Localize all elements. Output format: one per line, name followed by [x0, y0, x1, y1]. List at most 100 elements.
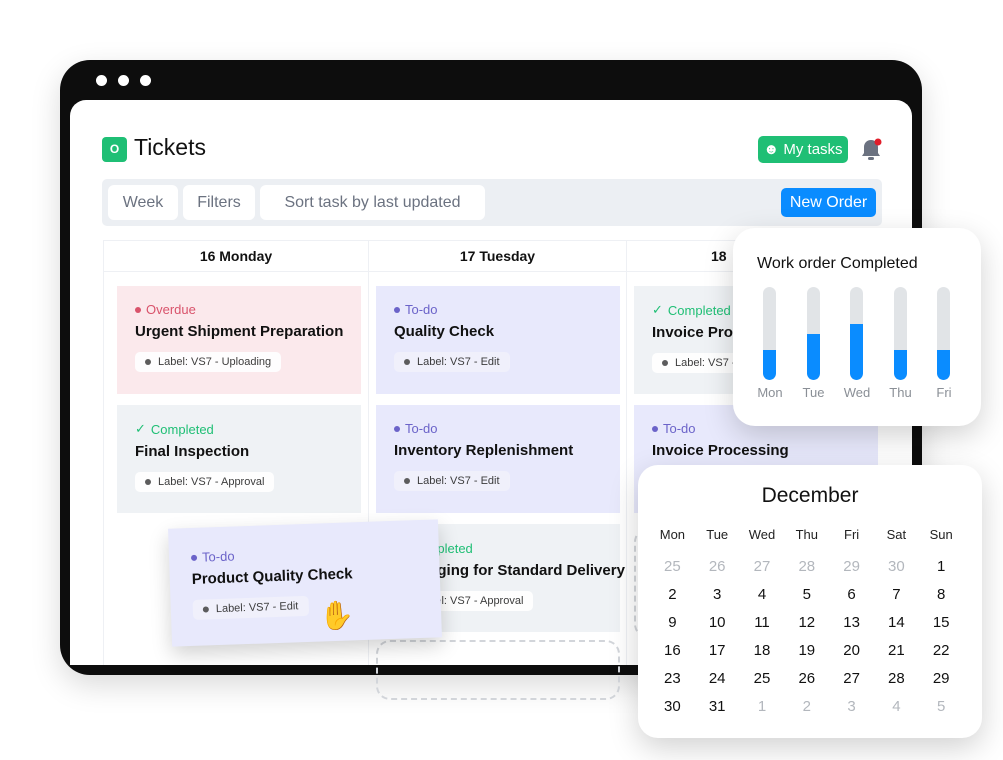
calendar-day[interactable]: 30 — [874, 553, 919, 581]
task-card[interactable]: To-do Quality Check Label: VS7 - Edit — [376, 286, 620, 394]
calendar-day[interactable]: 19 — [784, 637, 829, 665]
calendar-day[interactable]: 30 — [650, 693, 695, 721]
calendar-day[interactable]: 18 — [740, 637, 785, 665]
weekday-header: Sat — [886, 527, 907, 542]
week-button[interactable]: Week — [108, 185, 178, 220]
calendar-day[interactable]: 5 — [784, 581, 829, 609]
user-icon: ☻ — [763, 141, 784, 158]
calendar-day[interactable]: 29 — [919, 665, 964, 693]
window-dot — [96, 75, 107, 86]
drop-placeholder — [376, 640, 620, 700]
status-badge: To-do — [190, 542, 417, 565]
status-badge: To-do — [394, 421, 602, 436]
my-tasks-button[interactable]: ☻ My tasks — [758, 136, 848, 163]
task-card[interactable]: To-do Product Quality Check Label: VS7 - … — [168, 519, 442, 647]
task-card[interactable]: ✓ Completed Final Inspection Label: VS7 - … — [117, 405, 361, 513]
task-card[interactable]: To-do Inventory Replenishment Label: VS7 … — [376, 405, 620, 513]
status-dot-icon — [190, 554, 198, 561]
weekday-header: Fri — [844, 527, 860, 542]
calendar-day[interactable]: 29 — [829, 553, 874, 581]
calendar-day[interactable]: 12 — [784, 609, 829, 637]
check-icon: ✓ — [652, 302, 663, 317]
calendar-day[interactable]: 26 — [695, 553, 740, 581]
calendar-day[interactable]: 23 — [650, 665, 695, 693]
calendar-card: December Mon Tue Wed Thu Fri Sat Sun 25 26 27 28 29… — [638, 465, 982, 738]
task-label: Label: VS7 - Edit — [394, 471, 510, 491]
task-title: Urgent Shipment Preparation — [135, 323, 344, 340]
bar-track — [937, 287, 950, 380]
calendar-day[interactable]: 20 — [829, 637, 874, 665]
calendar-day[interactable]: 9 — [650, 609, 695, 637]
task-title: Product Quality Check — [191, 565, 353, 588]
calendar-day[interactable]: 21 — [874, 637, 919, 665]
calendar-day[interactable]: 25 — [740, 665, 785, 693]
label-dot-icon — [145, 359, 151, 365]
x-tick-label: Tue — [802, 385, 825, 400]
weekday-header: Thu — [795, 527, 818, 542]
bar — [937, 350, 950, 380]
calendar-day[interactable]: 25 — [650, 553, 695, 581]
calendar-day[interactable]: 22 — [919, 637, 964, 665]
calendar-day[interactable]: 24 — [695, 665, 740, 693]
calendar-day[interactable]: 14 — [874, 609, 919, 637]
window-dot — [118, 75, 129, 86]
calendar-day[interactable]: 1 — [740, 693, 785, 721]
sort-button[interactable]: Sort task by last updated — [260, 185, 485, 220]
task-label: Label: VS7 - Edit — [394, 352, 510, 372]
calendar-day[interactable]: 7 — [874, 581, 919, 609]
bar — [850, 324, 863, 380]
calendar-day[interactable]: 2 — [650, 581, 695, 609]
label-dot-icon — [404, 359, 410, 365]
weekday-header: Wed — [748, 527, 776, 542]
task-label: Label: VS7 - Approval — [135, 472, 275, 492]
calendar-day[interactable]: 17 — [695, 637, 740, 665]
calendar-day[interactable]: 4 — [874, 693, 919, 721]
bar — [806, 333, 820, 380]
calendar-day[interactable]: 5 — [919, 693, 964, 721]
status-dot-icon — [394, 306, 400, 313]
app-logo: O — [102, 137, 127, 162]
calendar-day[interactable]: 31 — [695, 693, 740, 721]
task-card[interactable]: Overdue Urgent Shipment Preparation Label… — [117, 286, 361, 394]
filters-button[interactable]: Filters — [183, 185, 255, 220]
bar-track — [763, 287, 776, 380]
new-order-button[interactable]: New Order — [781, 188, 876, 217]
x-tick-label: Fri — [936, 385, 952, 400]
bar-track — [893, 287, 907, 380]
bell-icon[interactable] — [860, 138, 882, 162]
calendar-day[interactable]: 4 — [740, 581, 785, 609]
bar — [763, 350, 776, 380]
window-dot — [140, 75, 151, 86]
page-title: Tickets — [134, 134, 206, 160]
calendar-day[interactable]: 2 — [784, 693, 829, 721]
calendar-day[interactable]: 10 — [695, 609, 740, 637]
calendar-day[interactable]: 27 — [829, 665, 874, 693]
bar-track — [850, 287, 863, 380]
calendar-day[interactable]: 1 — [919, 553, 964, 581]
weekday-header: Tue — [706, 527, 729, 542]
calendar-day[interactable]: 6 — [829, 581, 874, 609]
calendar-day[interactable]: 16 — [650, 637, 695, 665]
calendar-day[interactable]: 3 — [829, 693, 874, 721]
column-header: 17 Tuesday — [368, 240, 627, 272]
calendar-day[interactable]: 26 — [784, 665, 829, 693]
label-dot-icon — [145, 479, 151, 485]
calendar-grid: Mon Tue Wed Thu Fri Sat Sun 25 26 27 28 29 30 1 2 3 4 5 6 7… — [650, 525, 964, 721]
weekday-header: Sun — [929, 527, 953, 542]
weekday-header: Mon — [659, 527, 686, 542]
x-tick-label: Mon — [757, 385, 783, 400]
bar — [893, 350, 907, 380]
calendar-day[interactable]: 3 — [695, 581, 740, 609]
calendar-month: December — [761, 484, 859, 507]
label-dot-icon — [202, 606, 209, 613]
calendar-day[interactable]: 13 — [829, 609, 874, 637]
calendar-day[interactable]: 28 — [784, 553, 829, 581]
calendar-day[interactable]: 28 — [874, 665, 919, 693]
calendar-day[interactable]: 27 — [740, 553, 785, 581]
calendar-day[interactable]: 11 — [740, 609, 785, 637]
task-label: Label: VS7 - Edit — [192, 595, 309, 620]
calendar-day[interactable]: 8 — [919, 581, 964, 609]
status-dot-icon — [652, 425, 658, 432]
x-tick-label: Thu — [889, 385, 912, 400]
calendar-day[interactable]: 15 — [919, 609, 964, 637]
